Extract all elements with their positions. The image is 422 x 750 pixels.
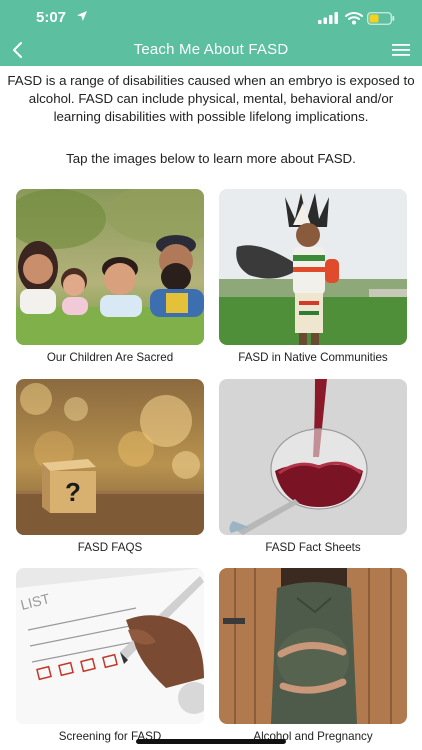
cellular-signal-icon bbox=[318, 12, 338, 24]
native-dancer-photo[interactable] bbox=[219, 189, 407, 345]
card-screening-for-fasd[interactable]: LIST Screening for FASD bbox=[16, 568, 204, 743]
card-label: Our Children Are Sacred bbox=[46, 351, 174, 364]
card-alcohol-and-pregnancy[interactable]: Alcohol and Pregnancy bbox=[219, 568, 407, 743]
card-fasd-fact-sheets[interactable]: FASD Fact Sheets bbox=[219, 379, 407, 554]
card-label: FASD in Native Communities bbox=[238, 351, 388, 364]
status-bar: 5:07 bbox=[0, 0, 422, 34]
card-label: FASD Fact Sheets bbox=[265, 541, 361, 554]
battery-icon bbox=[367, 12, 395, 25]
checklist-photo[interactable]: LIST bbox=[16, 568, 204, 724]
card-fasd-faqs[interactable]: ? FASD FAQS bbox=[16, 379, 204, 554]
card-fasd-in-native-communities[interactable]: FASD in Native Communities bbox=[219, 189, 407, 364]
wifi-icon bbox=[345, 12, 363, 25]
card-our-children-are-sacred[interactable]: Our Children Are Sacred bbox=[16, 189, 204, 364]
location-arrow-icon bbox=[77, 11, 87, 21]
intro-paragraph: FASD is a range of disabilities caused w… bbox=[7, 73, 415, 124]
wine-glass-photo[interactable] bbox=[219, 379, 407, 535]
hamburger-menu-icon[interactable] bbox=[392, 42, 410, 58]
family-photo[interactable] bbox=[16, 189, 204, 345]
svg-text:?: ? bbox=[65, 477, 81, 507]
status-time: 5:07 bbox=[36, 9, 67, 26]
pregnant-woman-photo[interactable] bbox=[219, 568, 407, 724]
card-label: FASD FAQS bbox=[77, 541, 143, 554]
page-title: Teach Me About FASD bbox=[133, 41, 289, 58]
tap-instruction: Tap the images below to learn more about… bbox=[66, 151, 356, 166]
nav-bar: Teach Me About FASD bbox=[0, 34, 422, 66]
home-indicator[interactable] bbox=[136, 739, 286, 744]
question-block-photo[interactable]: ? bbox=[16, 379, 204, 535]
